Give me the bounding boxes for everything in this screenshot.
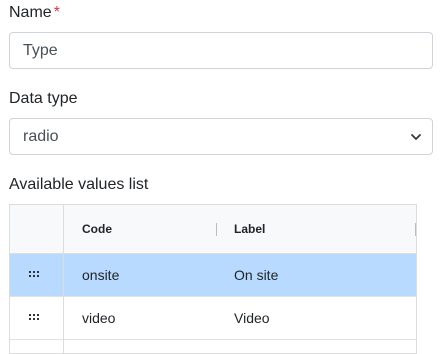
required-marker: * <box>53 4 60 21</box>
column-header-code[interactable]: Code <box>82 205 112 253</box>
data-type-selected-value: radio <box>23 127 59 145</box>
cell-code[interactable]: onsite <box>82 254 119 296</box>
cell-label[interactable]: On site <box>234 254 278 296</box>
values-grid: Code Label onsite On site video Video <box>9 204 417 354</box>
name-label-text: Name <box>9 4 52 21</box>
drag-handle-icon[interactable] <box>28 270 42 280</box>
column-resize-handle[interactable] <box>216 223 217 236</box>
table-row[interactable]: video Video <box>10 297 416 340</box>
name-input-value: Type <box>23 41 58 59</box>
name-input[interactable]: Type <box>9 32 433 69</box>
drag-column-divider <box>63 205 64 353</box>
grid-header: Code Label <box>10 205 416 254</box>
column-resize-handle[interactable] <box>415 223 416 236</box>
table-row[interactable]: onsite On site <box>10 254 416 297</box>
values-list-label: Available values list <box>9 176 149 193</box>
cell-label[interactable]: Video <box>234 297 270 339</box>
name-label: Name * <box>9 3 60 23</box>
data-type-label: Data type <box>9 90 78 107</box>
cell-code[interactable]: video <box>82 297 115 339</box>
data-type-select[interactable]: radio <box>9 118 433 155</box>
chevron-down-icon <box>411 133 421 140</box>
column-header-label[interactable]: Label <box>234 205 265 253</box>
drag-handle-icon[interactable] <box>28 313 42 323</box>
